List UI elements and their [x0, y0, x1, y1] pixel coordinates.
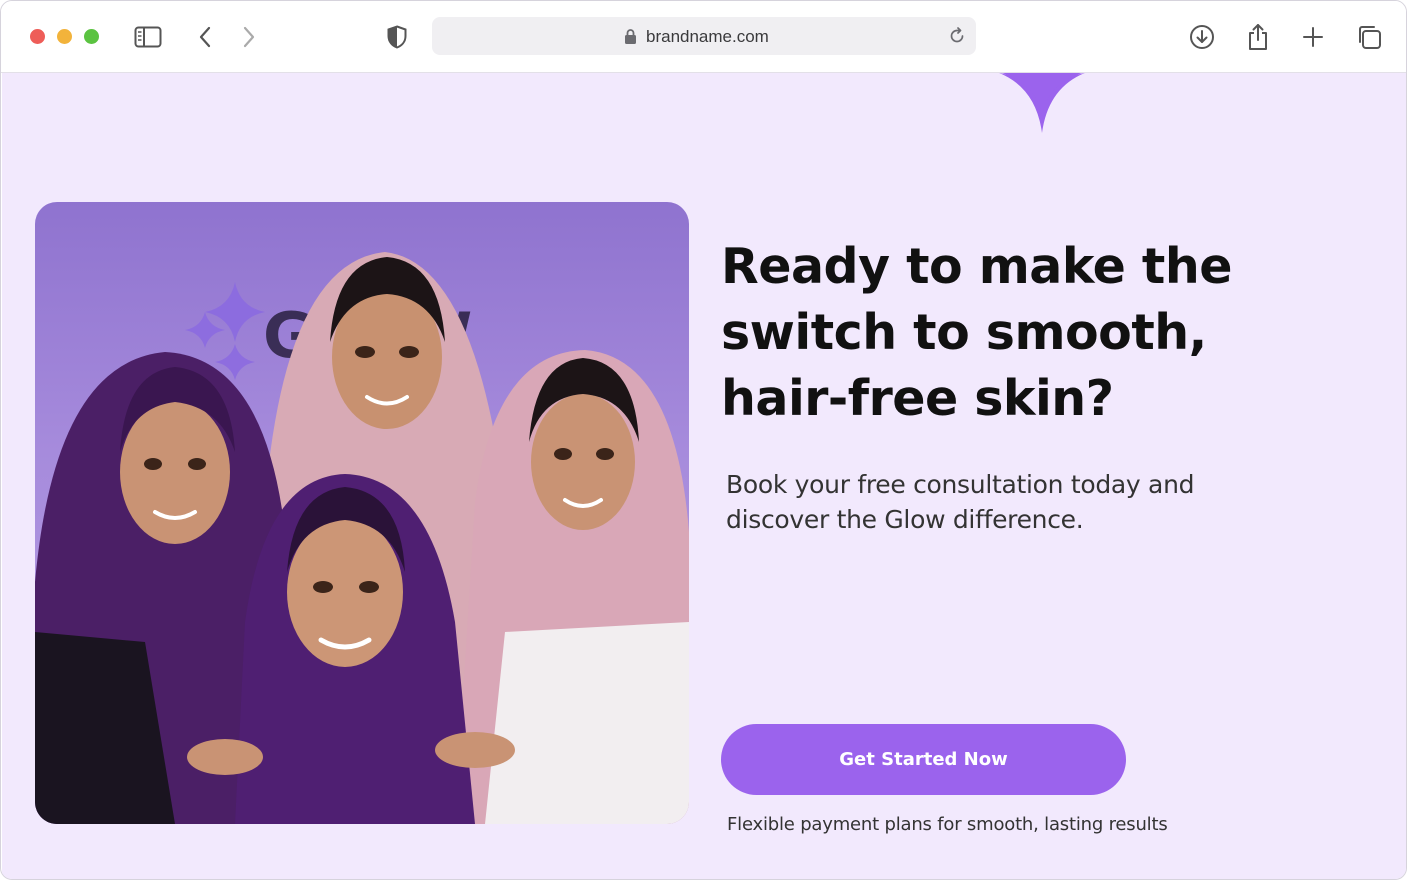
- lock-icon: [624, 28, 637, 50]
- sidebar-icon[interactable]: [132, 21, 164, 53]
- address-bar[interactable]: brandname.com: [432, 17, 976, 55]
- download-icon[interactable]: [1186, 21, 1218, 53]
- chevron-right-icon[interactable]: [233, 21, 265, 53]
- reload-icon[interactable]: [948, 27, 966, 50]
- payment-note: Flexible payment plans for smooth, lasti…: [727, 814, 1168, 835]
- chevron-left-icon[interactable]: [189, 21, 221, 53]
- shield-icon[interactable]: [381, 21, 413, 53]
- minimize-window-button[interactable]: [57, 29, 72, 44]
- headline: Ready to make the switch to smooth, hair…: [721, 238, 1232, 427]
- page-content: GLOW: [2, 73, 1406, 879]
- tabs-overview-icon[interactable]: [1353, 21, 1385, 53]
- subtext: Book your free consultation today and di…: [726, 470, 1195, 534]
- hero-image: GLOW: [35, 202, 689, 824]
- sparkle-decoration: [998, 73, 1086, 133]
- share-icon[interactable]: [1242, 21, 1274, 53]
- zoom-window-button[interactable]: [84, 29, 99, 44]
- plus-icon[interactable]: [1297, 21, 1329, 53]
- get-started-button[interactable]: Get Started Now: [721, 724, 1126, 795]
- close-window-button[interactable]: [30, 29, 45, 44]
- url-text: brandname.com: [646, 27, 769, 46]
- browser-window: brandname.com Ready to make the switch t…: [0, 0, 1407, 880]
- browser-toolbar: brandname.com: [1, 1, 1406, 73]
